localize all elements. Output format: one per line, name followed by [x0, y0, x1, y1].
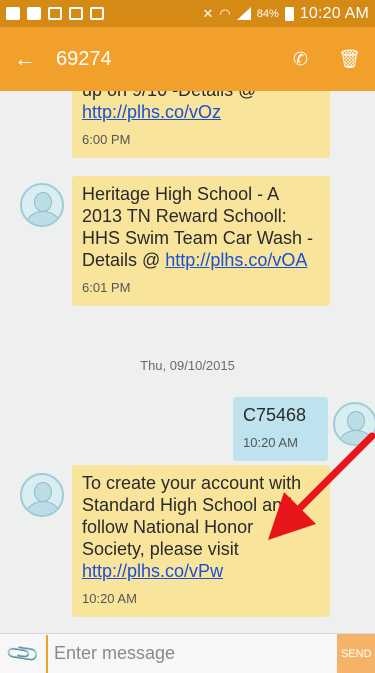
- message-list[interactable]: up on 9/10 -Details @ http://plhs.co/vOz…: [0, 91, 375, 631]
- contact-avatar[interactable]: [20, 183, 64, 227]
- mail-icon: [69, 7, 83, 20]
- message-bubble-outgoing[interactable]: C75468 10:20 AM: [233, 397, 328, 461]
- message-time: 6:00 PM: [82, 132, 131, 147]
- phone-icon[interactable]: ✆: [293, 49, 308, 70]
- message-text: up on 9/10 -Details @: [82, 91, 261, 100]
- message-text: To create your account with Standard Hig…: [82, 473, 307, 559]
- message-link[interactable]: http://plhs.co/vOA: [165, 250, 307, 270]
- status-bar: ✕ ◠ 84% 10:20 AM: [0, 0, 375, 27]
- message-time: 10:20 AM: [243, 435, 298, 450]
- back-arrow-icon[interactable]: ←: [14, 46, 40, 72]
- date-separator: Thu, 09/10/2015: [140, 358, 235, 373]
- contact-avatar[interactable]: [20, 473, 64, 517]
- message-time: 6:01 PM: [82, 280, 131, 295]
- conversation-toolbar: ← 69274 ✆ 🗑: [0, 27, 375, 91]
- app-notification-icon: [90, 7, 104, 20]
- trash-icon[interactable]: 🗑: [338, 49, 361, 70]
- signal-icon: [236, 7, 251, 20]
- conversation-title: 69274: [56, 47, 112, 70]
- message-link[interactable]: http://plhs.co/vOz: [82, 102, 221, 122]
- message-bubble-incoming[interactable]: up on 9/10 -Details @ http://plhs.co/vOz…: [72, 91, 330, 158]
- message-text: C75468: [243, 405, 307, 425]
- mute-icon: ✕: [202, 5, 214, 21]
- message-time: 10:20 AM: [82, 591, 137, 606]
- message-composer: 📎 SEND: [0, 633, 375, 673]
- message-bubble-incoming[interactable]: To create your account with Standard Hig…: [72, 465, 330, 617]
- system-icons: ✕ ◠ 84% 10:20 AM: [203, 5, 369, 23]
- message-input[interactable]: [46, 634, 337, 673]
- chat-notification-icon: [6, 7, 20, 20]
- battery-icon: [284, 6, 294, 21]
- battery-percent: 84%: [256, 7, 279, 20]
- notification-icons: [6, 7, 104, 20]
- message-link[interactable]: http://plhs.co/vPw: [82, 561, 223, 581]
- status-time: 10:20 AM: [299, 4, 369, 22]
- message-bubble-incoming[interactable]: Heritage High School - A 2013 TN Reward …: [72, 176, 330, 306]
- own-avatar[interactable]: [333, 402, 375, 446]
- send-button[interactable]: SEND: [337, 633, 375, 673]
- paperclip-icon[interactable]: 📎: [0, 629, 49, 673]
- wifi-icon: ◠: [219, 5, 231, 21]
- gallery-icon: [48, 7, 62, 20]
- facebook-icon: [27, 7, 41, 20]
